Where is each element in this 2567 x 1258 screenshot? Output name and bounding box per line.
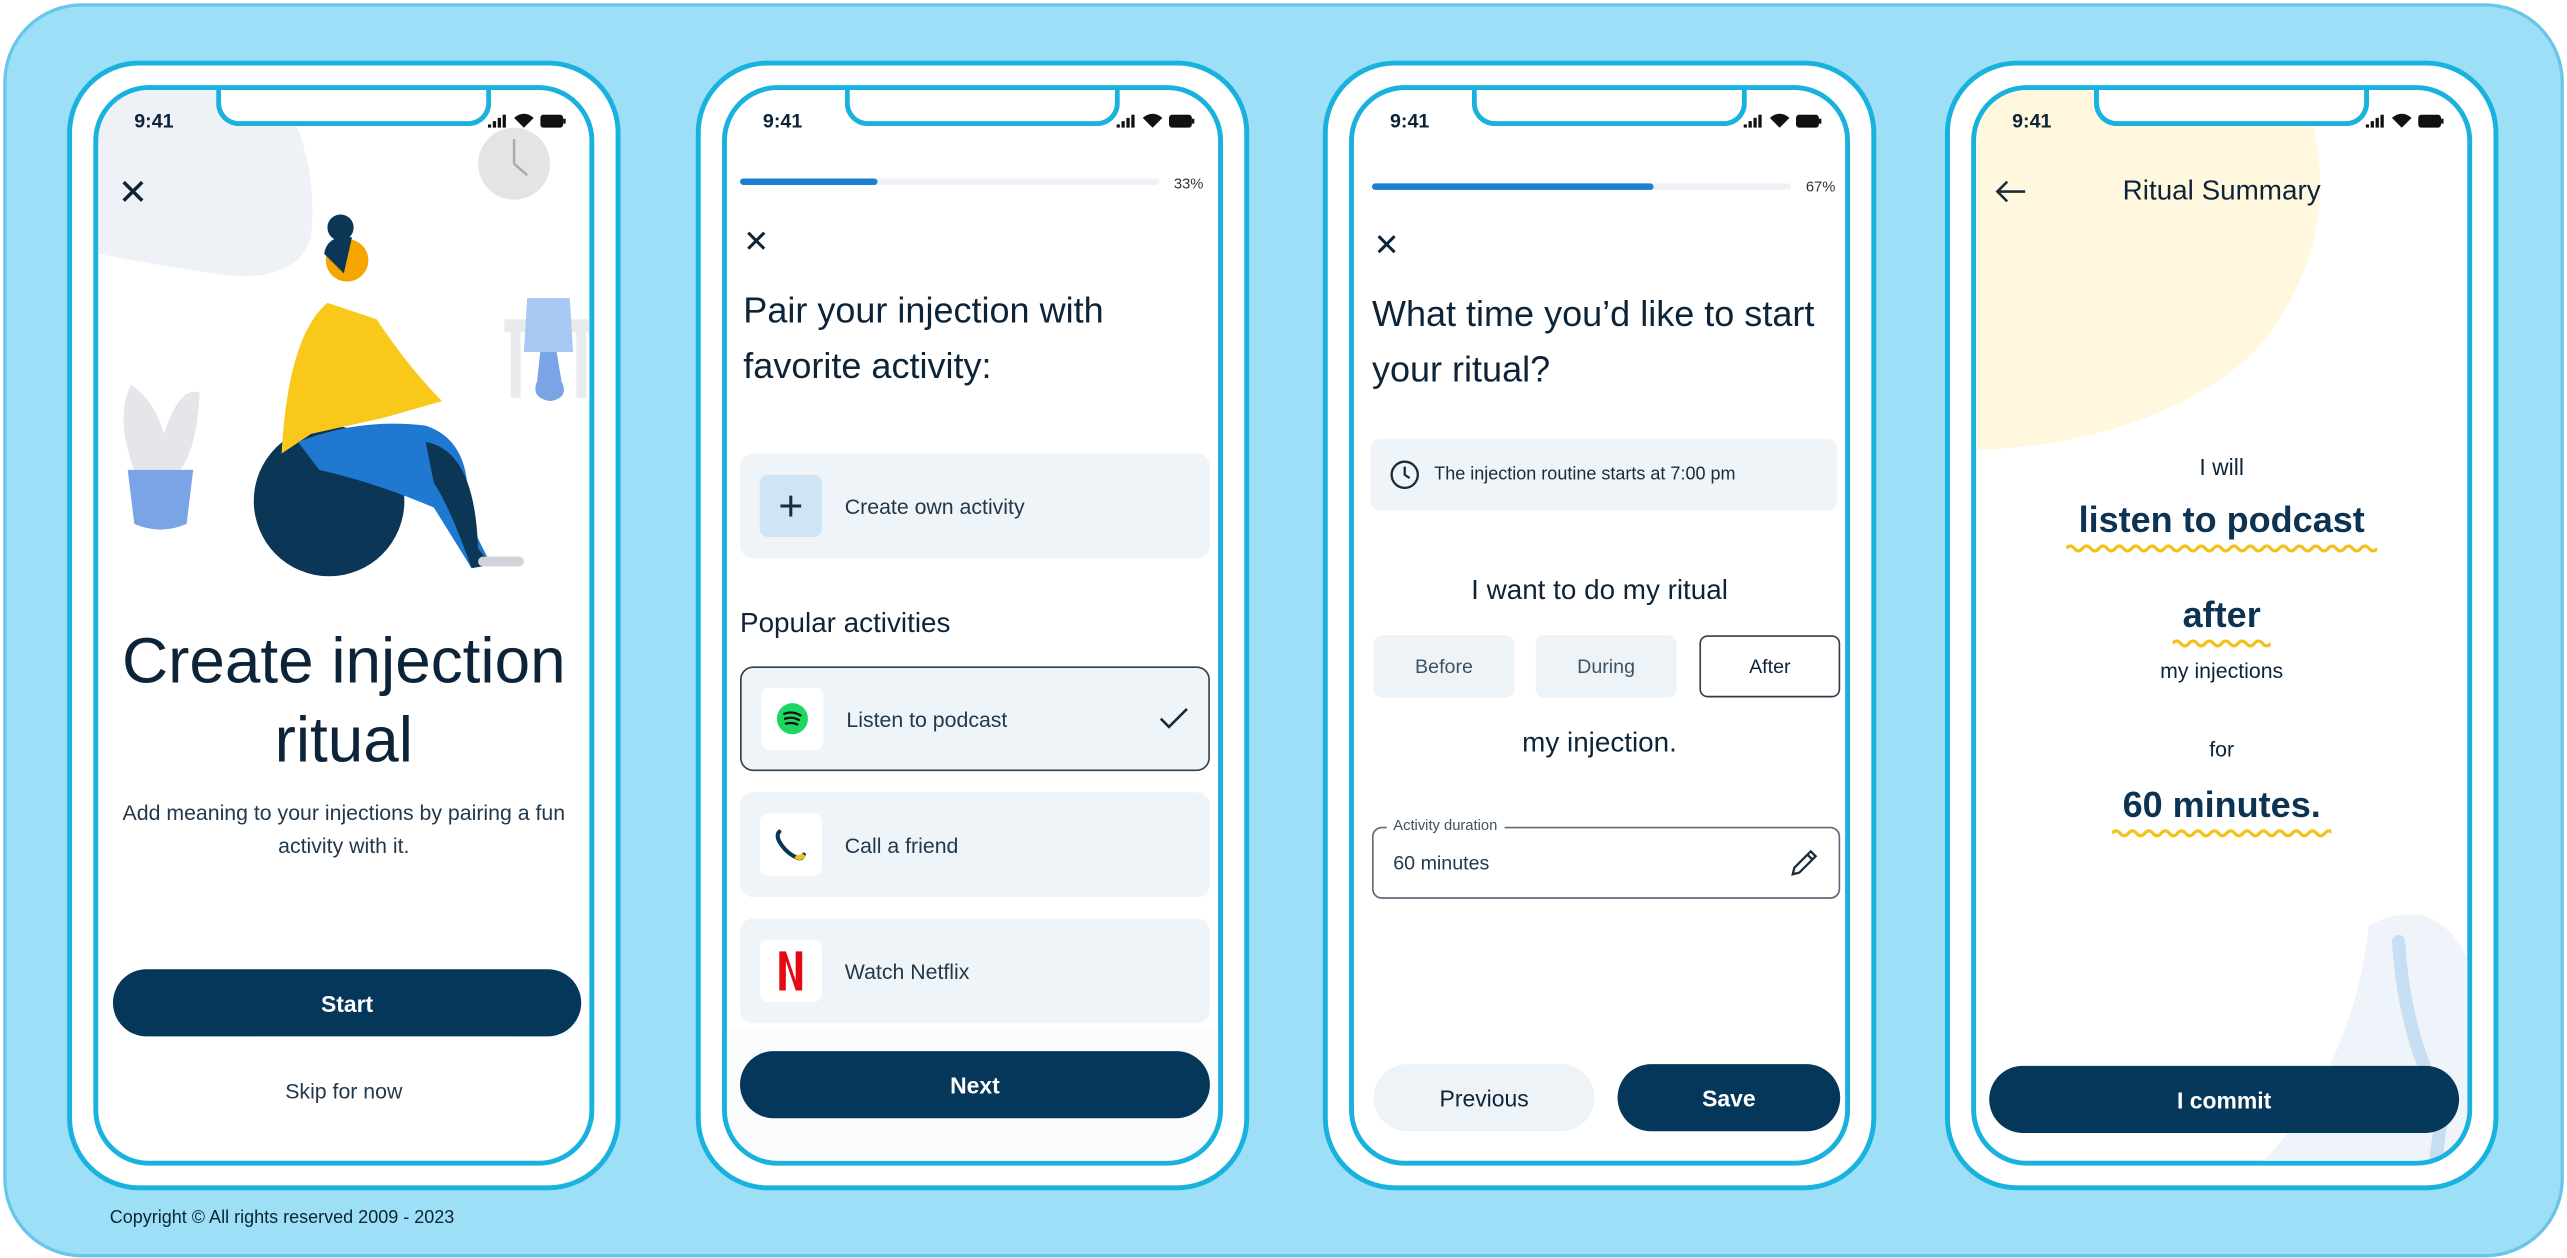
screen-ritual-summary: 9:41 Ritual Summary I will listen to pod… — [1971, 85, 2473, 1166]
screen-ritual-time: 9:41 67% ✕ What time you’d like to start… — [1349, 85, 1851, 1166]
wifi-icon — [2391, 113, 2412, 128]
option-before[interactable]: Before — [1373, 635, 1515, 698]
pencil-icon[interactable] — [1789, 848, 1818, 877]
notch — [2093, 90, 2370, 127]
option-during[interactable]: During — [1535, 635, 1677, 698]
heading: What time you’d like to start your ritua… — [1371, 293, 1815, 390]
start-button[interactable]: Start — [112, 969, 582, 1037]
option-after[interactable]: After — [1699, 635, 1841, 698]
create-own-activity-button[interactable]: + Create own activity — [740, 453, 1210, 559]
close-icon[interactable]: ✕ — [743, 228, 769, 259]
status-time: 9:41 — [2012, 109, 2052, 133]
wifi-icon — [1769, 113, 1790, 128]
signal-icon — [487, 113, 506, 127]
ritual-suffix: my injection. — [1522, 726, 1677, 759]
battery-icon — [2418, 113, 2444, 127]
info-text: The injection routine starts at 7:00 pm — [1434, 464, 1736, 485]
page-title: Create injection ritual — [121, 627, 566, 777]
copyright: Copyright © All rights reserved 2009 - 2… — [109, 1208, 455, 1228]
close-icon[interactable]: ✕ — [1374, 231, 1400, 262]
section-title: Popular activities — [740, 607, 951, 639]
activity-label: Watch Netflix — [844, 958, 970, 984]
summary-activity: listen to podcast — [2078, 499, 2365, 541]
activity-watch-netflix[interactable]: Watch Netflix — [740, 918, 1210, 1024]
progress-bar — [1371, 183, 1792, 190]
wifi-icon — [1142, 113, 1163, 128]
phone-ritual-summary: 9:41 Ritual Summary I will listen to pod… — [1944, 60, 2499, 1191]
check-icon — [1159, 707, 1188, 729]
spotify-icon — [761, 687, 824, 750]
summary-timing-block: after — [1976, 594, 2467, 650]
skip-link[interactable]: Skip for now — [98, 1079, 589, 1104]
notch — [216, 90, 492, 127]
subtitle: Add meaning to your injections by pairin… — [122, 800, 566, 858]
signal-icon — [2365, 113, 2384, 127]
commit-button[interactable]: I commit — [1989, 1065, 2460, 1133]
next-button[interactable]: Next — [740, 1051, 1210, 1119]
signal-icon — [1743, 113, 1762, 127]
phone-welcome: 9:41 ✕ Create injection ritual Add meani… — [67, 60, 621, 1191]
squiggle-underline — [2066, 544, 2378, 553]
wifi-icon — [514, 113, 534, 128]
notch — [1471, 90, 1747, 127]
ritual-prompt: I want to do my ritual — [1471, 574, 1728, 606]
status-time: 9:41 — [134, 109, 174, 133]
activity-label: Listen to podcast — [846, 706, 1008, 732]
save-button[interactable]: Save — [1617, 1064, 1841, 1132]
previous-button[interactable]: Previous — [1373, 1064, 1595, 1132]
activity-call-a-friend[interactable]: Call a friend — [740, 792, 1210, 898]
phone-pair-activity: 9:41 33% ✕ Pair your injection with favo… — [695, 60, 1250, 1191]
progress-fill — [1371, 183, 1653, 190]
status-icons — [2365, 113, 2445, 128]
progress-label: 67% — [1805, 178, 1836, 195]
field-label: Activity duration — [1386, 816, 1504, 834]
squiggle-underline — [2172, 639, 2271, 648]
field-value: 60 minutes — [1393, 851, 1490, 875]
phone-ritual-time: 9:41 67% ✕ What time you’d like to start… — [1322, 60, 1877, 1191]
heading: Pair your injection with favorite activi… — [743, 289, 1104, 387]
status-icons — [1743, 113, 1823, 128]
illustration-woman-on-ball — [98, 90, 590, 577]
activity-duration-field[interactable]: Activity duration 60 minutes — [1371, 816, 1841, 899]
activity-label: Call a friend — [844, 832, 959, 858]
screen-pair-activity: 9:41 33% ✕ Pair your injection with favo… — [722, 85, 1223, 1166]
phone-icon — [759, 813, 822, 876]
squiggle-underline — [2111, 829, 2332, 838]
progress-fill — [740, 178, 879, 186]
status-time: 9:41 — [762, 109, 803, 133]
summary-duration-block: 60 minutes. — [1976, 784, 2467, 840]
activity-listen-to-podcast[interactable]: Listen to podcast — [740, 666, 1210, 772]
summary-duration: 60 minutes. — [2122, 784, 2321, 826]
progress-bar — [740, 178, 1160, 186]
info-banner: The injection routine starts at 7:00 pm — [1370, 438, 1837, 511]
netflix-icon — [759, 939, 822, 1002]
clock-icon — [1390, 460, 1419, 490]
signal-icon — [1116, 113, 1135, 127]
progress-label: 33% — [1173, 175, 1204, 192]
battery-icon — [540, 113, 566, 127]
notch — [844, 90, 1120, 127]
summary-timing: after — [2182, 594, 2261, 636]
screen-welcome: 9:41 ✕ Create injection ritual Add meani… — [93, 85, 595, 1166]
status-icons — [487, 113, 567, 128]
summary-line-3: for — [2209, 736, 2235, 762]
close-icon[interactable]: ✕ — [118, 174, 148, 211]
summary-activity-block: listen to podcast — [1976, 499, 2467, 555]
summary-line-1: I will — [2199, 453, 2244, 480]
create-label: Create own activity — [844, 493, 1025, 519]
plus-icon: + — [759, 474, 822, 538]
status-icons — [1116, 113, 1196, 128]
battery-icon — [1796, 113, 1822, 127]
summary-line-2: my injections — [2160, 658, 2284, 683]
page-title: Ritual Summary — [2122, 175, 2321, 207]
status-time: 9:41 — [1389, 109, 1430, 133]
battery-icon — [1168, 113, 1195, 127]
